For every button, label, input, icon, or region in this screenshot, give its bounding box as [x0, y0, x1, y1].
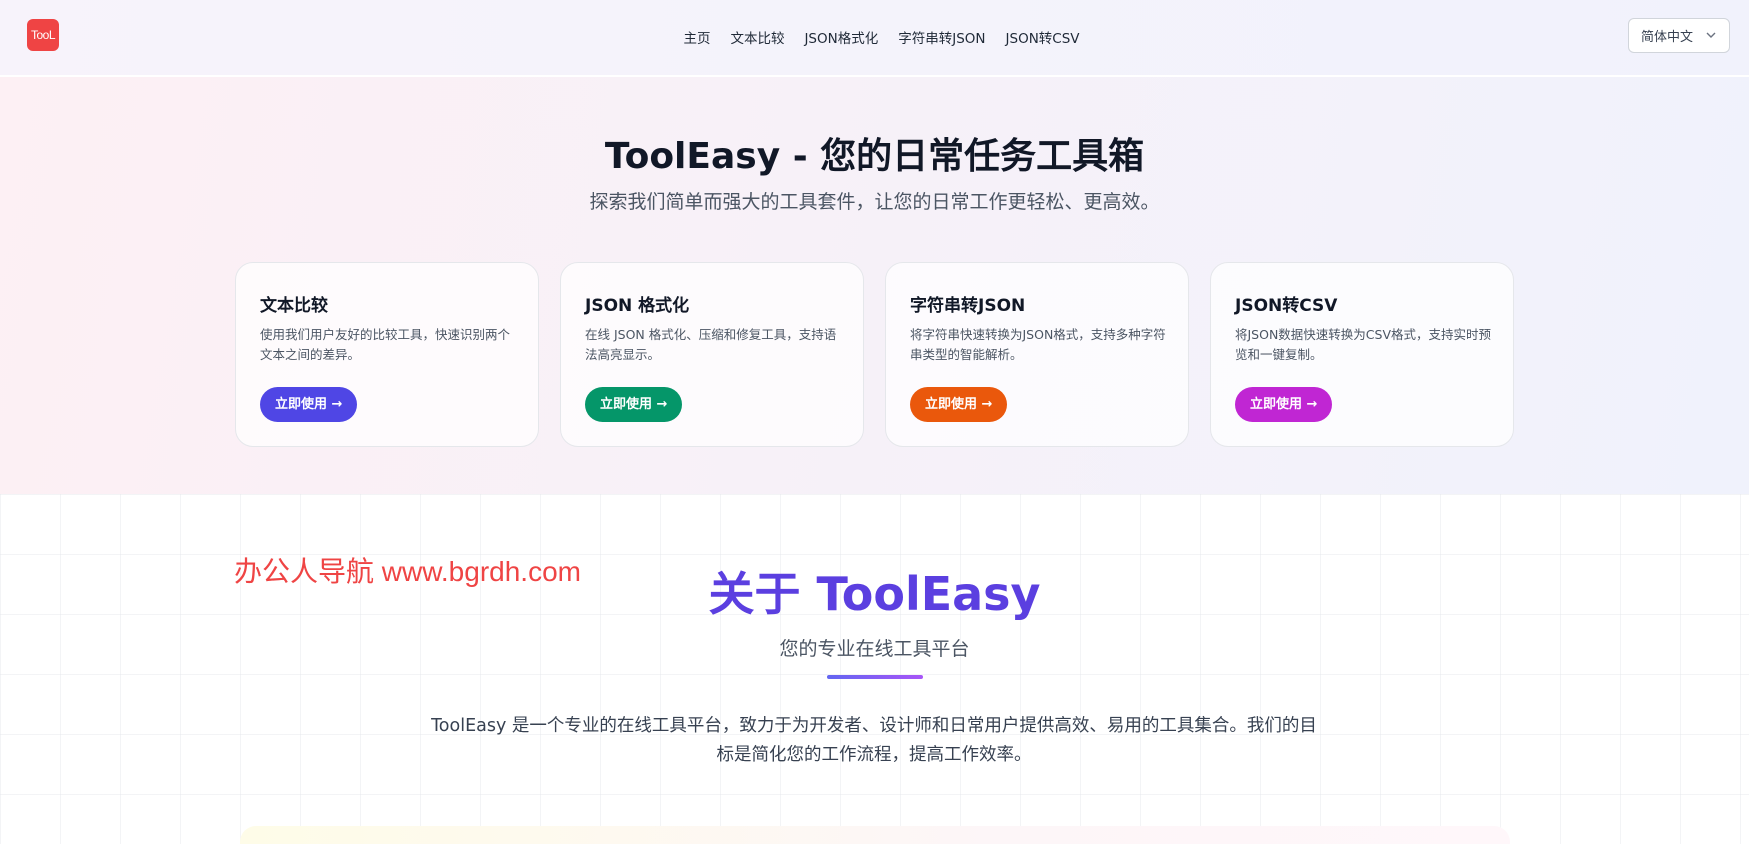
card-description: 将JSON数据快速转换为CSV格式，支持实时预览和一键复制。 [1235, 327, 1492, 362]
hero-title: ToolEasy - 您的日常任务工具箱 [604, 136, 1145, 177]
chevron-down-icon [1706, 32, 1716, 38]
nav-json-format[interactable]: JSON格式化 [804, 27, 878, 47]
language-select-value: 简体中文 [1641, 30, 1694, 45]
card-description: 使用我们用户友好的比较工具，快速识别两个文本之间的差异。 [260, 327, 511, 362]
use-now-button[interactable]: 立即使用 → [1235, 387, 1333, 422]
tool-card-json-format: JSON 格式化 在线 JSON 格式化、压缩和修复工具，支持语法高亮显示。 立… [560, 262, 864, 447]
card-title: 文本比较 [260, 296, 328, 316]
nav-string-to-json[interactable]: 字符串转JSON [898, 27, 985, 47]
card-title: JSON转CSV [1235, 296, 1338, 316]
card-title: JSON 格式化 [585, 296, 690, 316]
top-header: TooL 主页 文本比较 JSON格式化 字符串转JSON JSON转CSV 简… [0, 0, 1749, 77]
card-title: 字符串转JSON [910, 296, 1026, 316]
about-subtitle: 您的专业在线工具平台 [779, 638, 970, 660]
hero-subtitle: 探索我们简单而强大的工具套件，让您的日常工作更轻松、更高效。 [589, 191, 1160, 213]
about-section: 办公人导航 www.bgrdh.com 关于 ToolEasy 您的专业在线工具… [0, 494, 1749, 844]
main-nav: 主页 文本比较 JSON格式化 字符串转JSON JSON转CSV [0, 0, 1749, 74]
language-select[interactable]: 简体中文 [1628, 18, 1730, 53]
about-title: 关于 ToolEasy [708, 567, 1041, 621]
use-now-button[interactable]: 立即使用 → [910, 387, 1008, 422]
nav-home[interactable]: 主页 [683, 27, 710, 47]
tool-card-text-compare: 文本比较 使用我们用户友好的比较工具，快速识别两个文本之间的差异。 立即使用 → [235, 262, 539, 447]
card-description: 在线 JSON 格式化、压缩和修复工具，支持语法高亮显示。 [585, 327, 837, 362]
next-section-edge [240, 826, 1510, 844]
tool-card-string-to-json: 字符串转JSON 将字符串快速转换为JSON格式，支持多种字符串类型的智能解析。… [885, 262, 1189, 447]
about-description: ToolEasy 是一个专业的在线工具平台，致力于为开发者、设计师和日常用户提供… [431, 716, 1317, 765]
hero-section: ToolEasy - 您的日常任务工具箱 探索我们简单而强大的工具套件，让您的日… [0, 77, 1749, 494]
card-description: 将字符串快速转换为JSON格式，支持多种字符串类型的智能解析。 [910, 327, 1166, 362]
use-now-button[interactable]: 立即使用 → [260, 387, 358, 422]
nav-text-compare[interactable]: 文本比较 [730, 27, 784, 47]
tool-card-json-to-csv: JSON转CSV 将JSON数据快速转换为CSV格式，支持实时预览和一键复制。 … [1210, 262, 1514, 447]
use-now-button[interactable]: 立即使用 → [585, 387, 683, 422]
nav-json-to-csv[interactable]: JSON转CSV [1006, 27, 1080, 47]
title-underline [827, 675, 923, 679]
